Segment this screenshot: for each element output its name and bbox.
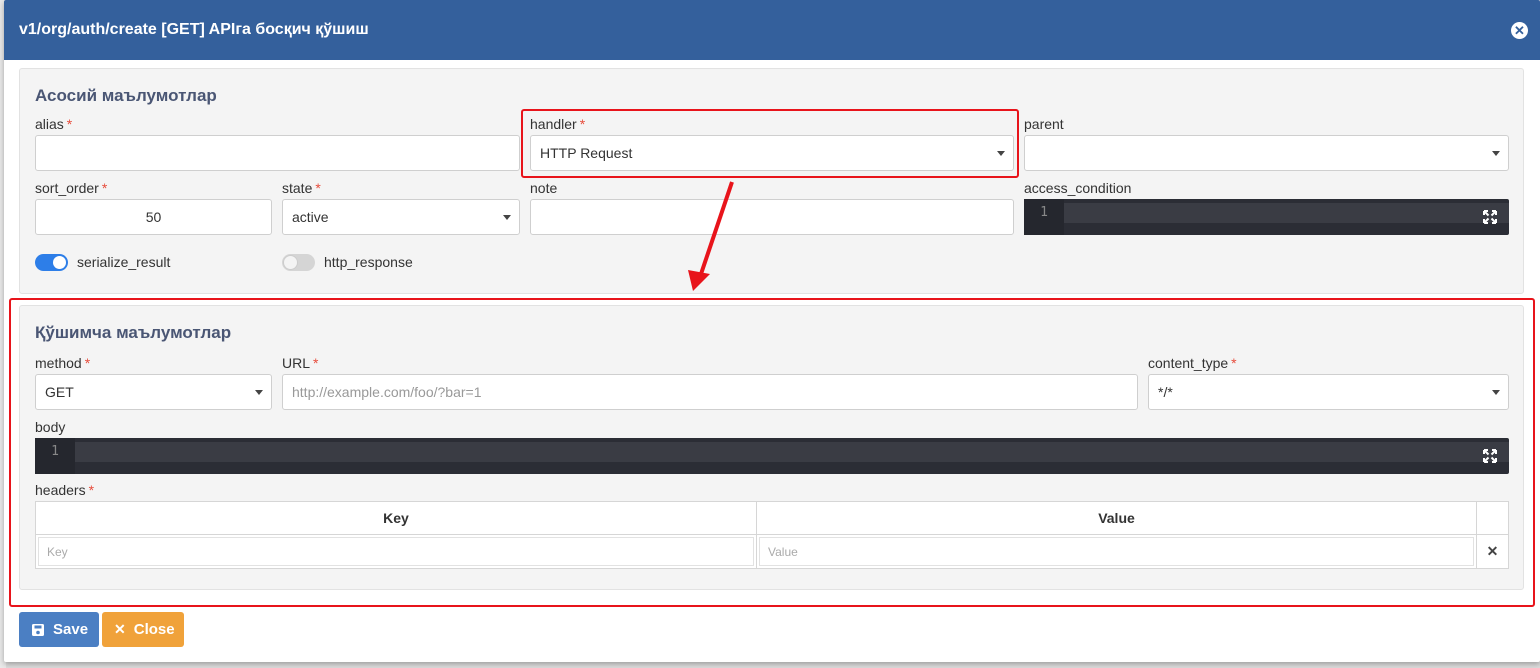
note-label: note (530, 180, 558, 196)
modal-header: v1/org/auth/create [GET] APIга босқич қў… (4, 0, 1540, 60)
note-input[interactable] (530, 199, 1014, 235)
extra-section-highlight-box (9, 298, 1535, 607)
close-button[interactable]: ✕ Close (102, 612, 184, 647)
caret-down-icon (503, 215, 511, 220)
code-line[interactable] (1064, 203, 1509, 223)
serialize-result-toggle[interactable] (35, 254, 68, 271)
arrow-annotation (688, 181, 734, 291)
access-condition-editor[interactable]: 1 (1024, 199, 1509, 235)
expand-icon[interactable] (1483, 210, 1497, 224)
access-condition-label: access_condition (1024, 180, 1132, 196)
close-label: Close (133, 621, 175, 638)
http-response-label: http_response (324, 254, 413, 270)
main-section-title: Асосий маълумотлар (35, 86, 217, 105)
parent-label: parent (1024, 116, 1064, 132)
sort-order-input[interactable]: 50 (35, 199, 272, 235)
http-response-toggle[interactable] (282, 254, 315, 271)
save-label: Save (53, 621, 89, 638)
state-select[interactable]: active (282, 199, 520, 235)
main-section (19, 68, 1524, 294)
alias-label: alias * (35, 116, 73, 132)
alias-input[interactable] (35, 135, 520, 171)
caret-down-icon (1492, 151, 1500, 156)
line-number: 1 (1024, 199, 1064, 235)
toggle-knob (284, 256, 297, 269)
modal-title: v1/org/auth/create [GET] APIга босқич қў… (19, 21, 369, 38)
save-button[interactable]: Save (19, 612, 99, 647)
sort-order-label: sort_order * (35, 180, 108, 196)
state-label: state * (282, 180, 321, 196)
serialize-result-label: serialize_result (77, 254, 171, 270)
toggle-knob (53, 256, 66, 269)
parent-select[interactable] (1024, 135, 1509, 171)
handler-highlight-box (521, 109, 1019, 178)
floppy-disk-icon (32, 623, 44, 636)
close-circle-icon[interactable]: ✕ (1511, 21, 1528, 39)
times-icon: ✕ (114, 621, 126, 637)
